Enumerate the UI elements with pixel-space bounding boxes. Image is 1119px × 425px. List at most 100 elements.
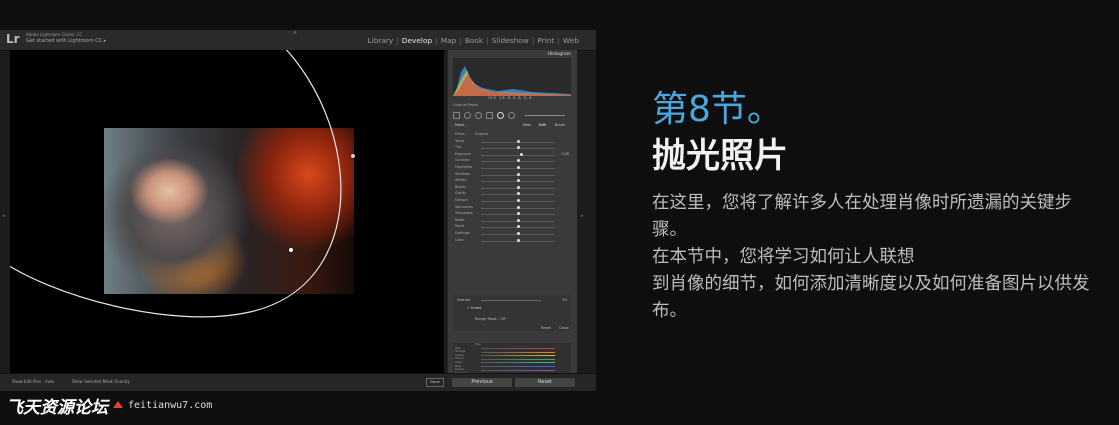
crop-tool-icon[interactable] [453, 111, 460, 119]
collapse-top-arrow-icon[interactable]: ▲ [293, 29, 297, 35]
body-line: 在本节中，您将学习如何让人联想 [652, 247, 915, 267]
show-edit-pins[interactable]: Show Edit Pins : Auto [12, 379, 54, 384]
range-mask-label[interactable]: Range Mask : Off [475, 317, 506, 321]
slider-clarity[interactable]: Clarity [453, 191, 571, 198]
module-map[interactable]: Map [438, 36, 460, 45]
invert-checkbox[interactable]: ✓ Invert [467, 306, 482, 310]
hsl-slider-track[interactable] [481, 369, 555, 371]
red-eye-icon[interactable] [475, 111, 482, 119]
mask-edit-button[interactable]: Edit [539, 123, 546, 127]
slider-knob[interactable] [520, 152, 524, 156]
slider-blacks[interactable]: Blacks [453, 185, 571, 192]
slider-dehaze[interactable]: Dehaze [453, 198, 571, 205]
slider-exposure[interactable]: Exposure 0.28 [453, 152, 571, 159]
slider-knob[interactable] [516, 172, 520, 176]
slider-moir[interactable]: Moiré [453, 224, 571, 231]
mask-brush-button[interactable]: Brush [555, 123, 565, 127]
slider-track[interactable] [481, 154, 555, 156]
section-number: 第8节。 [652, 89, 783, 130]
feather-section: Feather 50 ✓ Invert Range Mask : Off Res… [453, 295, 571, 331]
slider-knob[interactable] [516, 231, 520, 235]
slider-shadows[interactable]: Shadows [453, 172, 571, 179]
watermark: 飞天资源论坛 feitianwu7.com [6, 393, 213, 418]
slider-knob[interactable] [516, 238, 520, 242]
develop-right-panel: Histogram ISO 15.8 5.8 5.4 Original Phot… [447, 50, 577, 375]
slider-knob[interactable] [516, 165, 520, 169]
radial-filter-ellipse[interactable] [10, 50, 342, 318]
feather-label: Feather [457, 298, 471, 302]
module-web[interactable]: Web [560, 36, 582, 45]
reset-button[interactable]: Reset [514, 377, 576, 388]
feather-value: 50 [562, 298, 567, 302]
slider-knob[interactable] [516, 185, 520, 189]
tool-slider[interactable] [525, 114, 565, 116]
slider-knob[interactable] [516, 198, 520, 202]
adjustment-brush-icon[interactable] [508, 111, 515, 119]
slider-whites[interactable]: Whites [453, 178, 571, 185]
hsl-slider-track[interactable] [481, 362, 555, 364]
slider-saturation[interactable]: Saturation [453, 205, 571, 212]
slider-noise[interactable]: Noise [453, 218, 571, 225]
show-mask-overlay-checkbox[interactable]: Show Selected Mask Overlay [72, 379, 130, 384]
module-book[interactable]: Book [462, 36, 486, 45]
slider-label: Saturation [455, 204, 473, 209]
previous-button[interactable]: Previous [451, 377, 513, 388]
radial-filter-handle[interactable] [351, 154, 355, 158]
slider-knob[interactable] [516, 225, 520, 229]
slider-label: Highlights [455, 164, 473, 169]
slider-color[interactable]: Color [453, 238, 571, 245]
feather-slider[interactable] [481, 300, 541, 301]
slider-sharpness[interactable]: Sharpness [453, 211, 571, 218]
slider-label: Noise [455, 217, 465, 222]
slider-defringe[interactable]: Defringe [453, 231, 571, 238]
effect-value[interactable]: Custom [475, 132, 488, 136]
slider-label: Contrast [455, 158, 470, 163]
slider-label: Shadows [455, 171, 471, 176]
slider-knob[interactable] [516, 146, 520, 150]
spot-removal-icon[interactable] [464, 111, 471, 119]
hsl-slider-track[interactable] [481, 355, 555, 357]
hsl-slider-track[interactable] [481, 351, 555, 353]
app-name: Adobe Lightroom Classic CC [26, 32, 83, 37]
catalog-menu[interactable]: Get started with Lightroom CC ▸ [26, 38, 106, 44]
radial-filter-pin[interactable] [288, 247, 294, 253]
hsl-slider-track[interactable] [481, 358, 555, 360]
hsl-slider-track[interactable] [481, 348, 555, 350]
photo-canvas[interactable] [10, 50, 444, 373]
radial-filter-overlay[interactable] [10, 50, 444, 373]
module-develop[interactable]: Develop [399, 36, 435, 45]
panel-reset-button[interactable]: Reset [541, 326, 551, 330]
hsl-section: HueRedOrangeYellowGreenAquaBluePurpleMag… [453, 342, 571, 375]
slider-temp[interactable]: Temp [453, 139, 571, 146]
done-button[interactable]: Done [426, 378, 444, 387]
histogram-label[interactable]: Histogram [548, 52, 571, 57]
slider-knob[interactable] [516, 139, 520, 143]
effect-row[interactable]: Effect : Custom [453, 132, 571, 139]
slider-tint[interactable]: Tint [453, 145, 571, 152]
slider-label: Exposure [455, 151, 471, 156]
module-picker: Library | Develop | Map | Book | Slideshow | Print… [364, 36, 582, 45]
lightroom-title-bar: Lr Adobe Lightroom Classic CC Get starte… [0, 29, 596, 51]
slider-knob[interactable] [516, 179, 520, 183]
mask-new-button[interactable]: New [523, 123, 531, 127]
slider-label: Blacks [455, 184, 466, 189]
slider-knob[interactable] [516, 212, 520, 216]
slider-label: Moiré [455, 224, 465, 229]
hsl-slider-track[interactable] [481, 366, 555, 368]
panel-close-button[interactable]: Close [559, 326, 569, 330]
module-print[interactable]: Print [534, 36, 557, 45]
original-photo-checkbox[interactable]: Original Photo [453, 103, 478, 107]
graduated-filter-icon[interactable] [486, 111, 493, 119]
slider-knob[interactable] [516, 218, 520, 222]
slider-contrast[interactable]: Contrast [453, 158, 571, 165]
left-panel-arrow-icon[interactable]: ◂ [2, 213, 5, 219]
slider-knob[interactable] [516, 205, 520, 209]
slider-highlights[interactable]: Highlights [453, 165, 571, 172]
right-panel-arrow-icon[interactable]: ▸ [581, 213, 584, 219]
module-library[interactable]: Library [364, 36, 396, 45]
module-slideshow[interactable]: Slideshow [489, 36, 532, 45]
radial-filter-icon[interactable] [497, 111, 504, 119]
slider-value: 0.28 [561, 151, 569, 156]
slider-label: Sharpness [455, 211, 473, 216]
watermark-url: feitianwu7.com [128, 399, 213, 411]
